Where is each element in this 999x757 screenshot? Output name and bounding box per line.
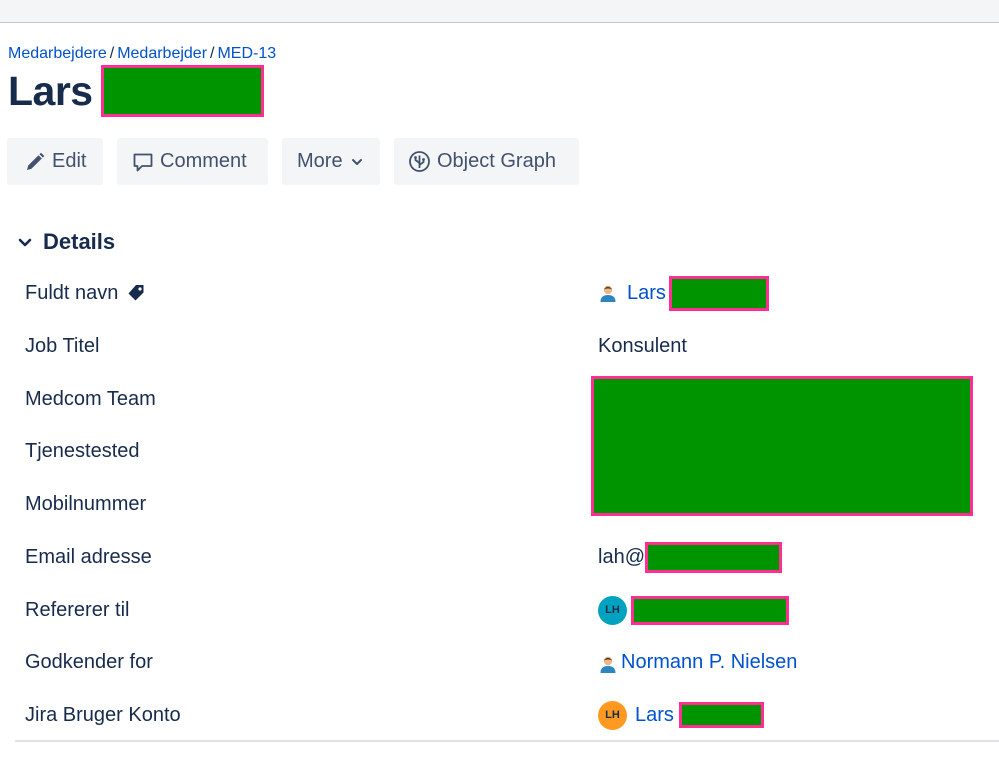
jira-label: Jira Bruger Konto — [25, 703, 181, 726]
refers-value-row: LH — [598, 595, 789, 625]
user-icon — [600, 285, 616, 302]
email-value-row: lah@ — [598, 541, 782, 573]
breadcrumb-key[interactable]: MED-13 — [217, 45, 276, 63]
redaction-box — [645, 541, 782, 573]
full-name-label-row: Fuldt navn — [25, 279, 146, 307]
chevron-down-icon — [18, 238, 32, 247]
redaction-box — [100, 65, 264, 117]
breadcrumb-separator: / — [210, 45, 215, 62]
comment-button[interactable]: Comment — [117, 138, 268, 185]
job-title-value: Konsulent — [598, 334, 687, 357]
full-name-value-row: Lars — [598, 275, 769, 311]
avatar[interactable]: LH — [598, 700, 627, 730]
more-button[interactable]: More — [282, 138, 380, 185]
more-label: More — [297, 150, 343, 172]
redaction-box — [678, 702, 764, 728]
object-graph-button[interactable]: Object Graph — [394, 138, 579, 185]
breadcrumb: Medarbejdere / Medarbejder / MED-13 — [8, 45, 276, 63]
approver-label: Godkender for — [25, 650, 153, 673]
edit-label: Edit — [52, 150, 87, 172]
full-name-label: Fuldt navn — [25, 281, 119, 304]
page-title: Lars — [8, 67, 93, 114]
team-label: Medcom Team — [25, 387, 156, 410]
jira-account-link[interactable]: Lars — [635, 704, 674, 727]
job-title-label: Job Titel — [25, 334, 100, 357]
jira-value-row: LH Lars — [598, 700, 764, 730]
section-title: Details — [43, 229, 116, 254]
refers-label: Refererer til — [25, 598, 130, 621]
redaction-box — [668, 275, 769, 311]
title-row: Lars — [8, 65, 264, 117]
object-graph-icon — [409, 151, 430, 172]
redaction-box — [631, 595, 789, 625]
breadcrumb-separator: / — [109, 45, 115, 62]
email-value: lah@ — [598, 545, 645, 568]
edit-button[interactable]: Edit — [7, 138, 103, 185]
tag-icon — [128, 285, 144, 301]
object-graph-label: Object Graph — [437, 150, 556, 172]
avatar[interactable]: LH — [598, 595, 627, 625]
divider — [15, 740, 999, 742]
breadcrumb-medarbejdere[interactable]: Medarbejdere — [8, 45, 107, 63]
speech-bubble-icon — [133, 153, 153, 171]
pencil-icon — [27, 152, 45, 170]
redaction-box — [591, 376, 973, 516]
location-label: Tjenestested — [25, 439, 140, 462]
top-bar — [0, 0, 999, 23]
user-icon — [600, 656, 616, 673]
email-label: Email adresse — [25, 545, 152, 568]
approver-value-row: Normann P. Nielsen — [598, 648, 797, 676]
mobile-label: Mobilnummer — [25, 492, 147, 515]
chevron-down-icon — [351, 158, 362, 165]
comment-label: Comment — [160, 150, 247, 172]
full-name-link[interactable]: Lars — [627, 282, 666, 305]
approver-link[interactable]: Normann P. Nielsen — [621, 651, 797, 674]
details-section-header[interactable]: Details — [15, 226, 115, 258]
breadcrumb-medarbejder[interactable]: Medarbejder — [117, 45, 207, 63]
